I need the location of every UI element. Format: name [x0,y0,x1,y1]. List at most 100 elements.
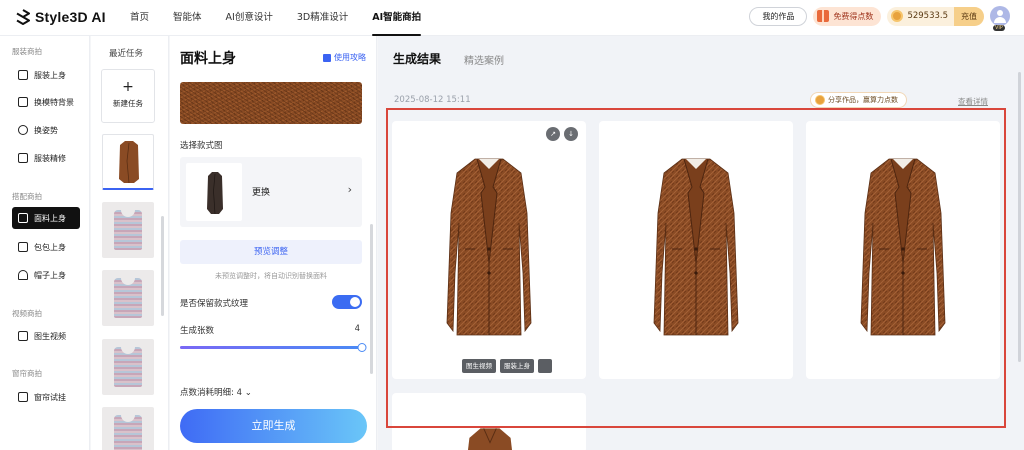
sidebar-item-image-to-video[interactable]: 图生视频 [12,325,80,347]
coin-icon [815,95,825,105]
style3d-logo-icon [16,9,30,25]
nav-ai-product-shoot[interactable]: AI智能商拍 [372,0,421,36]
sidebar-item-label: 窗帘试挂 [34,392,66,402]
sidebar-item-hat-on-model[interactable]: 帽子上身 [12,264,80,286]
recent-task-thumb[interactable] [102,339,154,395]
sidebar-group-video: 视频商拍 [12,309,42,318]
tshirt-icon [18,70,28,80]
count-value: 4 [354,324,360,334]
replace-style-label: 更换 [252,188,271,198]
sidebar-item-label: 服装精修 [34,153,66,163]
sidebar-item-label: 换姿势 [34,125,58,135]
sidebar-item-label: 图生视频 [34,331,66,341]
coat-image [467,428,513,450]
balance-box: 529533.5 充值 [887,6,984,26]
view-details-link[interactable]: 查看详情 [958,96,988,107]
usage-guide-label: 使用攻略 [334,53,366,62]
brand-logo[interactable]: Style3D AI [16,9,106,25]
keep-texture-label: 是否保留款式纹理 [180,299,249,309]
style-selector[interactable]: 更换 › [180,157,362,227]
new-task-button[interactable]: + 新建任务 [101,69,155,123]
recent-tasks-title: 最近任务 [109,49,144,59]
result-timestamp: 2025-08-12 15:11 [394,95,471,105]
video-icon [18,331,28,341]
style-image [186,163,242,221]
nav-agents[interactable]: 智能体 [173,0,202,36]
points-detail-label: 点数消耗明细: 4 [180,388,242,398]
chevron-right-icon: › [347,183,352,196]
dark-coat-icon [207,172,223,215]
sidebar-item-bag-on-model[interactable]: 包包上身 [12,236,80,258]
user-avatar[interactable]: VIP [990,6,1010,31]
recent-tasks-column: 最近任务 + 新建任务 [91,36,169,450]
sidebar-item-label: 包包上身 [34,242,66,252]
nav-3d-design[interactable]: 3D精准设计 [297,0,348,36]
highlight-selection-box [386,108,1006,428]
free-points-button[interactable]: 免费得点数 [813,6,882,26]
share-promo-label: 分享作品，赢算力点数 [828,96,898,104]
preview-hint: 未预览调整时，将自动识别替换面料 [215,272,327,280]
recent-task-thumb[interactable] [102,202,154,258]
sidebar-item-label: 面料上身 [34,213,66,223]
sidebar-item-change-pose[interactable]: 换姿势 [12,119,80,141]
nav-ai-creative-design[interactable]: AI创意设计 [226,0,273,36]
recent-tasks-scrollbar[interactable] [161,216,164,316]
swap-icon [18,97,28,107]
preview-adjust-button[interactable]: 预览调整 [180,240,362,264]
panel-scrollbar[interactable] [370,224,373,374]
balance-value: 529533.5 [907,11,948,21]
sidebar-item-label: 换模特背景 [34,97,74,107]
count-slider-handle[interactable] [357,343,367,352]
retouch-icon [18,153,28,163]
sidebar-item-label: 帽子上身 [34,270,66,280]
sidebar-group-apparel: 服装商拍 [12,47,42,56]
chevron-down-icon: ⌄ [244,388,252,398]
sidebar-item-apparel-on-model[interactable]: 服装上身 [12,64,80,86]
recharge-button[interactable]: 充值 [954,6,984,26]
results-scrollbar[interactable] [1018,72,1021,362]
bag-icon [18,242,28,252]
points-detail-dropdown[interactable]: 点数消耗明细: 4 ⌄ [180,386,252,398]
select-style-label: 选择款式图 [180,141,223,151]
gift-icon [817,10,830,22]
sidebar: 服装商拍 服装上身 换模特背景 换姿势 服装精修 搭配商拍 面料上身 包包上身 … [0,36,90,450]
tank-top-image [114,414,142,450]
main-nav: 首页 智能体 AI创意设计 3D精准设计 AI智能商拍 [130,0,445,36]
count-slider[interactable] [180,343,367,352]
sidebar-group-curtain: 窗帘商拍 [12,369,42,378]
fabric-icon [18,213,28,223]
panel-title: 面料上身 [180,51,236,67]
sidebar-item-retouch[interactable]: 服装精修 [12,147,80,169]
plus-icon: + [122,79,134,95]
count-label: 生成张数 [180,326,215,336]
coat-thumbnail-icon [119,141,139,184]
results-area: 生成结果 精选案例 2025-08-12 15:11 分享作品，赢算力点数 查看… [378,36,1024,450]
recent-task-thumb[interactable] [102,134,154,190]
sidebar-item-swap-background[interactable]: 换模特背景 [12,91,80,113]
curtain-icon [18,392,28,402]
my-works-button[interactable]: 我的作品 [749,6,808,26]
share-promo-badge[interactable]: 分享作品，赢算力点数 [810,92,907,108]
pose-icon [18,125,28,135]
usage-guide-link[interactable]: 使用攻略 [323,52,366,63]
free-points-label: 免费得点数 [833,11,874,21]
nav-home[interactable]: 首页 [130,0,149,36]
recent-task-thumb[interactable] [102,270,154,326]
tab-featured-examples[interactable]: 精选案例 [464,52,504,67]
tank-top-image [114,277,142,318]
vip-badge: VIP [993,25,1005,31]
fabric-swatch[interactable] [180,82,362,124]
coin-icon [891,10,904,22]
generate-now-button[interactable]: 立即生成 [180,409,367,443]
recent-task-thumb[interactable] [102,407,154,450]
sidebar-item-fabric-on-model[interactable]: 面料上身 [12,207,80,229]
count-slider-fill [180,346,362,349]
tank-top-image [114,209,142,250]
top-bar: Style3D AI 首页 智能体 AI创意设计 3D精准设计 AI智能商拍 我… [0,0,1024,36]
keep-texture-toggle[interactable] [332,295,362,309]
settings-panel: 面料上身 使用攻略 选择款式图 更换 › 预览调整 未预览调整时，将自动识别替换… [170,36,377,450]
brand-name: Style3D AI [35,9,106,25]
sidebar-item-curtain-trial[interactable]: 窗帘试挂 [12,386,80,408]
new-task-label: 新建任务 [113,99,143,108]
tab-results[interactable]: 生成结果 [393,50,441,67]
